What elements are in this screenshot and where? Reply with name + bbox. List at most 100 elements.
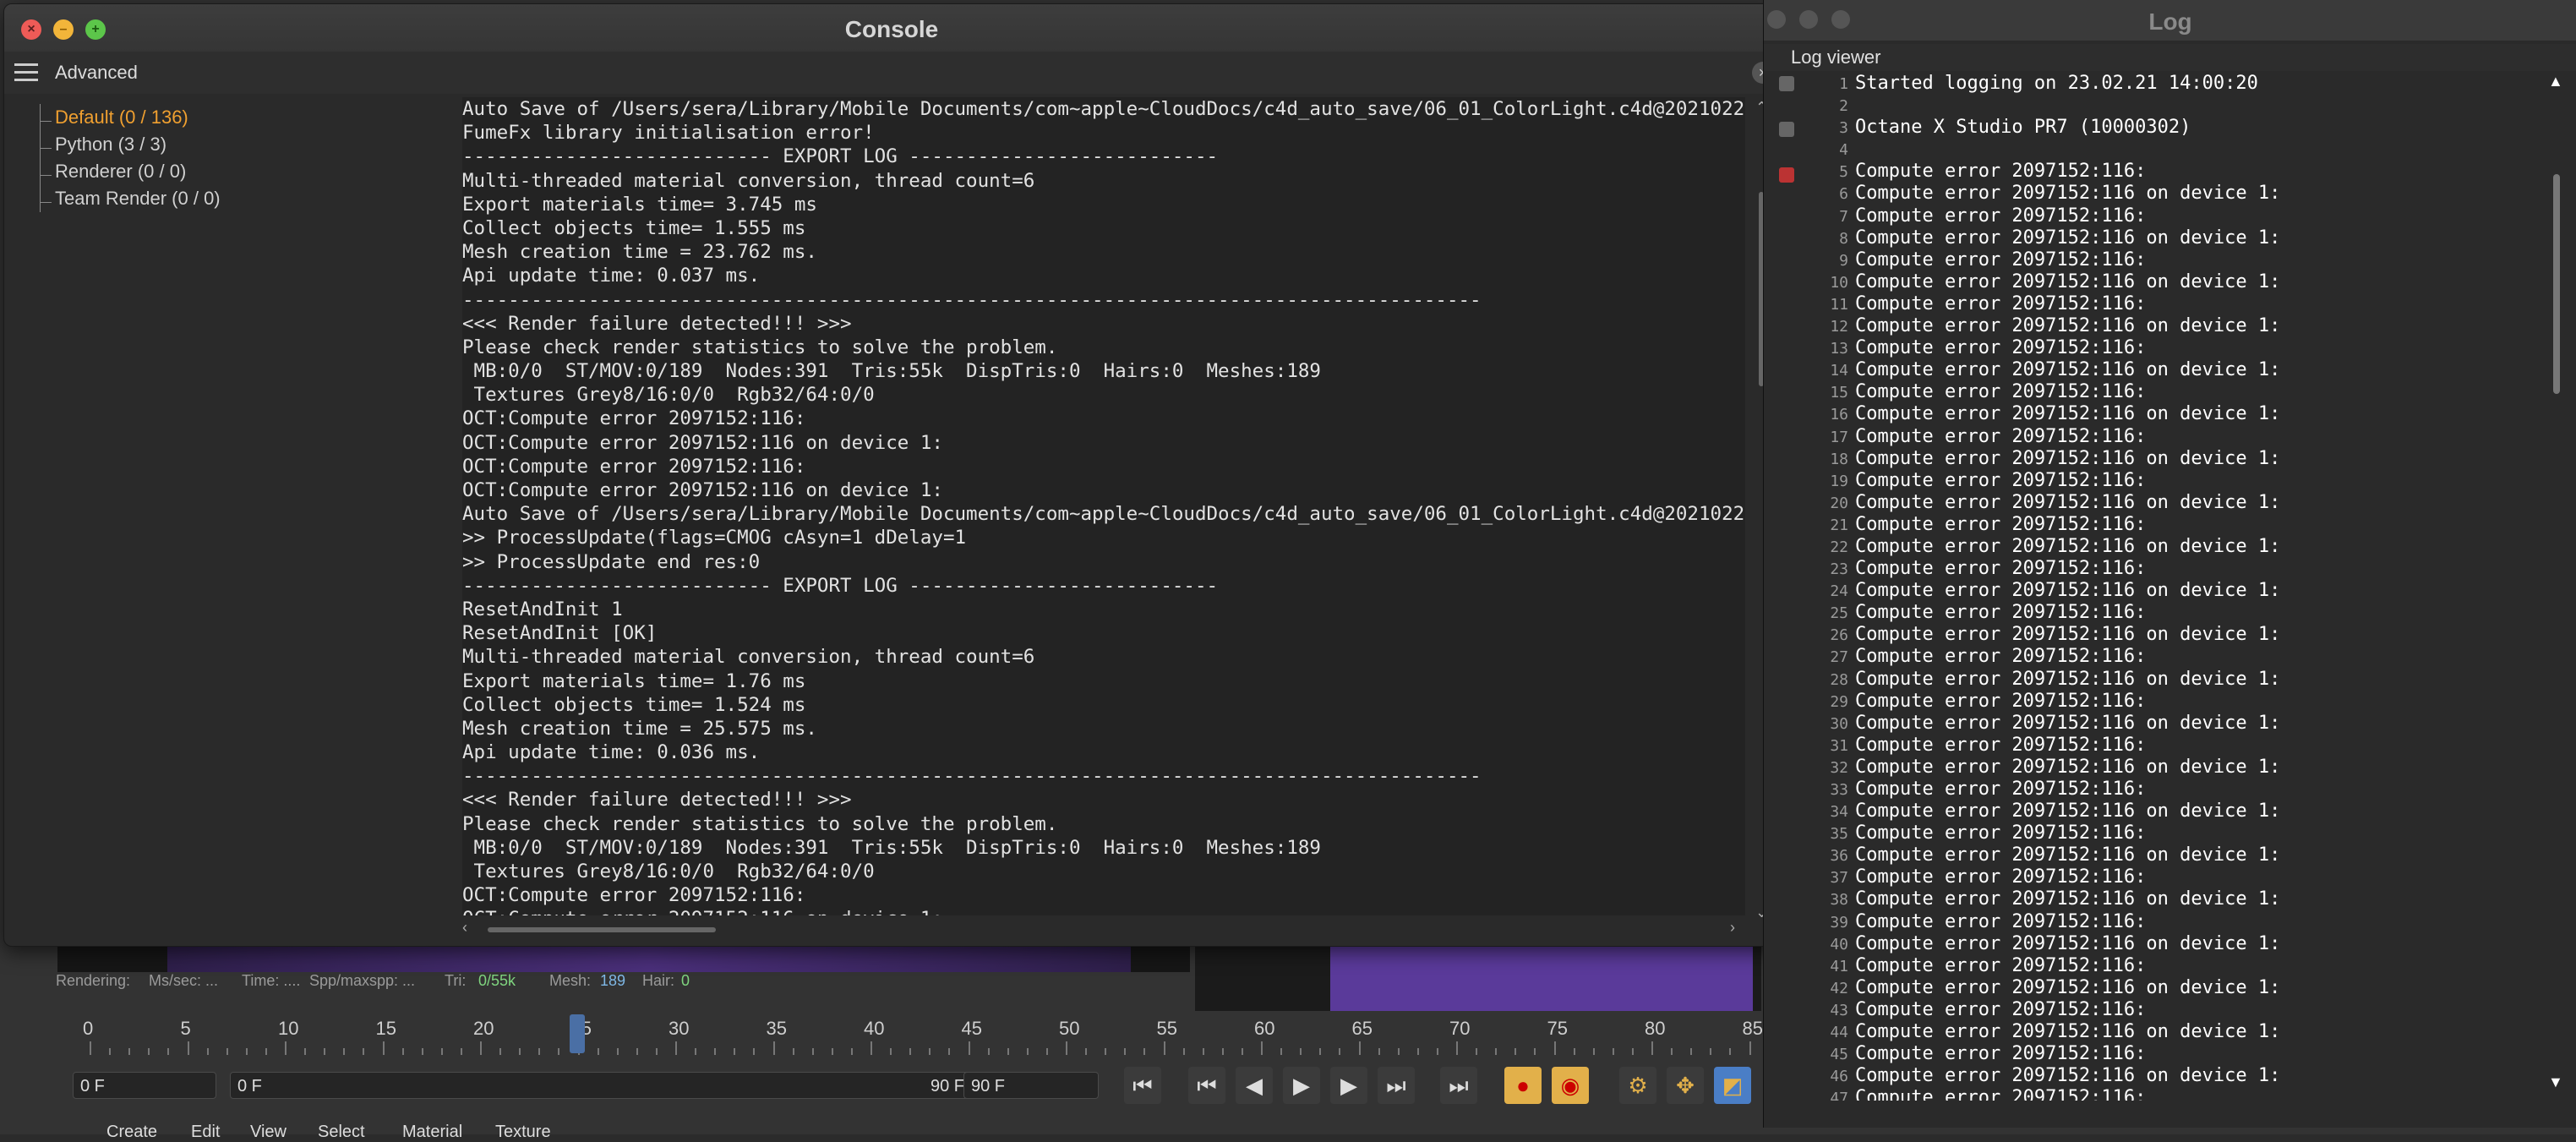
timeline-tick-mark <box>870 1041 872 1055</box>
scroll-right-icon[interactable]: › <box>1730 919 1735 937</box>
timeline-tick-mark <box>1476 1048 1478 1055</box>
console-titlebar[interactable]: × – + Console <box>4 4 1779 52</box>
scroll-left-icon[interactable]: ‹ <box>462 919 467 937</box>
timeline-tick-label: 75 <box>1547 1018 1568 1039</box>
scale-tool-icon[interactable]: ◩ <box>1714 1067 1751 1104</box>
hamburger-menu-icon[interactable] <box>14 63 38 82</box>
log-scroll-up-icon[interactable]: ▲ <box>2548 73 2563 90</box>
log-line-text: Compute error 2097152:116: <box>1855 558 2147 580</box>
log-row: 4 <box>1801 139 2576 161</box>
clear-log-icon[interactable] <box>1779 167 1794 183</box>
log-line-number: 39 <box>1830 913 1848 932</box>
timeline-tick-label: 0 <box>83 1018 94 1039</box>
tree-item-python[interactable]: Python (3 / 3) <box>30 131 452 158</box>
step-back-icon[interactable]: ◀ <box>1236 1067 1273 1104</box>
timeline-tick-mark <box>772 1041 775 1055</box>
start-frame-field[interactable]: 0 F <box>73 1072 216 1099</box>
log-line-number: 32 <box>1830 758 1848 777</box>
timeline-tick-mark <box>1573 1048 1575 1055</box>
menu-material[interactable]: Material <box>402 1123 462 1142</box>
timeline-tick-label: 80 <box>1645 1018 1666 1039</box>
timeline-tick-mark <box>1300 1048 1302 1055</box>
save-log-icon[interactable] <box>1779 76 1794 91</box>
console-hscroll-thumb[interactable] <box>488 927 716 932</box>
log-row: 21 Compute error 2097152:116: <box>1801 514 2576 536</box>
menu-view[interactable]: View <box>250 1123 287 1142</box>
timeline-tick-mark <box>1261 1041 1263 1055</box>
timeline-tick-mark <box>1710 1048 1712 1055</box>
go-to-start-icon[interactable]: ⏮ <box>1124 1067 1161 1104</box>
log-line-number: 8 <box>1839 229 1848 248</box>
timeline-tick-mark <box>948 1048 951 1055</box>
log-scroll-down-icon[interactable]: ▼ <box>2548 1074 2563 1091</box>
console-horizontal-scrollbar[interactable]: ‹ › <box>462 919 1745 939</box>
timeline-playhead[interactable] <box>570 1014 585 1053</box>
timeline-tick-mark <box>1534 1048 1536 1055</box>
log-row: 44 Compute error 2097152:116 on device 1: <box>1801 1021 2576 1043</box>
log-line-text: Compute error 2097152:116 on device 1: <box>1855 756 2281 778</box>
status-mesh-value: 189 <box>600 972 626 989</box>
timeline-tick-mark <box>480 1041 482 1055</box>
end-frame-field[interactable]: 90 F <box>963 1072 1099 1099</box>
menu-select[interactable]: Select <box>318 1123 365 1142</box>
secondary-viewport-image <box>1330 938 1753 1011</box>
menu-edit[interactable]: Edit <box>191 1123 220 1142</box>
log-lines[interactable]: 1 Started logging on 23.02.21 14:00:20 2 3 O… <box>1801 73 2576 1101</box>
menu-create[interactable]: Create <box>106 1123 157 1142</box>
secondary-viewport[interactable] <box>1195 938 1761 1011</box>
timeline-tick-label: 15 <box>375 1018 396 1039</box>
timeline-tick-mark <box>1378 1048 1380 1055</box>
timeline-tick-mark <box>382 1041 385 1055</box>
log-row: 20 Compute error 2097152:116 on device 1: <box>1801 492 2576 514</box>
tree-item-renderer[interactable]: Renderer (0 / 0) <box>30 158 452 185</box>
log-row: 10 Compute error 2097152:116 on device 1: <box>1801 271 2576 293</box>
timeline-tick-mark <box>1612 1048 1614 1055</box>
record-key-icon[interactable]: ● <box>1504 1067 1542 1104</box>
timeline-tick-mark <box>968 1041 970 1055</box>
log-line-text: Compute error 2097152:116 on device 1: <box>1855 535 2281 557</box>
log-row: 8 Compute error 2097152:116 on device 1: <box>1801 227 2576 249</box>
copy-log-icon[interactable] <box>1779 122 1794 137</box>
console-line: ----------------------------------------… <box>462 288 1482 311</box>
timeline-tick-mark <box>1456 1041 1458 1055</box>
log-row: 47 Compute error 2097152:116: <box>1801 1087 2576 1101</box>
log-row: 24 Compute error 2097152:116 on device 1: <box>1801 580 2576 602</box>
menu-texture[interactable]: Texture <box>495 1123 551 1142</box>
log-row: 26 Compute error 2097152:116 on device 1: <box>1801 624 2576 646</box>
timeline-tick-mark <box>636 1048 638 1055</box>
timeline-ruler[interactable]: 0510152025303540455055606570758085 <box>56 1011 1829 1060</box>
step-forward-icon[interactable]: ▶ <box>1330 1067 1367 1104</box>
log-line-number: 22 <box>1830 538 1848 556</box>
timeline-tick-mark <box>714 1048 717 1055</box>
timeline-tick-mark <box>811 1048 814 1055</box>
console-line: ----------------------------------------… <box>462 765 1482 788</box>
range-slider[interactable]: 0 F 90 F <box>230 1072 991 1099</box>
timeline-tick-label: 5 <box>180 1018 191 1039</box>
console-line: Export materials time= 1.76 ms <box>462 669 806 692</box>
log-row: 17 Compute error 2097152:116: <box>1801 426 2576 448</box>
timeline-tick-mark <box>401 1048 404 1055</box>
autokey-icon[interactable]: ◉ <box>1552 1067 1589 1104</box>
log-vertical-scrollbar[interactable]: ▲ ▼ <box>2545 73 2570 1101</box>
log-line-number: 36 <box>1830 847 1848 866</box>
next-key-icon[interactable]: ⏭ <box>1378 1067 1415 1104</box>
log-row: 28 Compute error 2097152:116 on device 1: <box>1801 669 2576 691</box>
console-line: >> ProcessUpdate(flags=CMOG cAsyn=1 dDel… <box>462 527 967 549</box>
play-icon[interactable]: ▶ <box>1283 1067 1320 1104</box>
log-line-number: 42 <box>1830 979 1848 997</box>
move-tool-icon[interactable]: ✥ <box>1667 1067 1704 1104</box>
timeline-tick-mark <box>655 1048 658 1055</box>
timeline-tick-mark <box>148 1048 150 1055</box>
console-output[interactable]: Auto Save of /Users/sera/Library/Mobile … <box>462 97 1745 915</box>
tree-item-default[interactable]: Default (0 / 136) <box>30 104 452 131</box>
timeline-tick-mark <box>1202 1048 1204 1055</box>
prev-key-icon[interactable]: ⏮ <box>1188 1067 1225 1104</box>
log-line-text: Compute error 2097152:116: <box>1855 513 2147 535</box>
keyframe-settings-icon[interactable]: ⚙ <box>1619 1067 1656 1104</box>
timeline-tick-mark <box>265 1048 267 1055</box>
tree-item-team-render[interactable]: Team Render (0 / 0) <box>30 185 452 212</box>
log-line-text: Compute error 2097152:116: <box>1855 1043 2147 1065</box>
log-titlebar[interactable]: Log <box>1764 0 2576 41</box>
log-vscroll-thumb[interactable] <box>2553 174 2560 394</box>
go-to-end-icon[interactable]: ⏭ <box>1440 1067 1477 1104</box>
